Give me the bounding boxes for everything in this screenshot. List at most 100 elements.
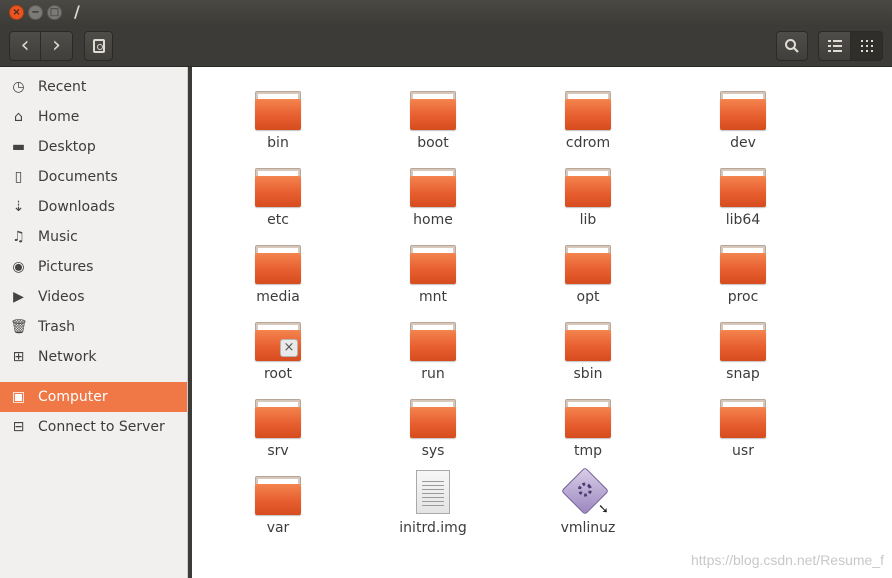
file-item-mnt[interactable]: mnt bbox=[373, 231, 493, 305]
file-item-boot[interactable]: boot bbox=[373, 77, 493, 151]
file-item-vmlinuz[interactable]: ➘ vmlinuz bbox=[528, 462, 648, 536]
computer-icon: ▣ bbox=[11, 389, 26, 405]
location-toggle-button[interactable] bbox=[84, 31, 113, 61]
file-item-var[interactable]: var bbox=[218, 462, 338, 536]
file-item-home[interactable]: home bbox=[373, 154, 493, 228]
file-item-lib64[interactable]: lib64 bbox=[683, 154, 803, 228]
sidebar-item-label: Recent bbox=[38, 79, 87, 95]
search-button[interactable] bbox=[776, 31, 808, 61]
folder-icon bbox=[565, 399, 611, 438]
sidebar-item-downloads[interactable]: ⇣ Downloads bbox=[0, 192, 187, 222]
file-name-label: home bbox=[413, 212, 453, 228]
folder-icon bbox=[720, 399, 766, 438]
file-item-proc[interactable]: proc bbox=[683, 231, 803, 305]
file-item-srv[interactable]: srv bbox=[218, 385, 338, 459]
file-name-label: tmp bbox=[573, 443, 602, 459]
folder-icon bbox=[410, 322, 456, 361]
sidebar-item-connect-to-server[interactable]: ⊟ Connect to Server bbox=[0, 412, 187, 442]
folder-icon bbox=[720, 322, 766, 361]
file-name-label: mnt bbox=[419, 289, 447, 305]
sidebar-item-label: Videos bbox=[38, 289, 85, 305]
no-access-badge-icon: × bbox=[280, 339, 298, 357]
folder-icon bbox=[410, 399, 456, 438]
file-name-label: boot bbox=[417, 135, 449, 151]
drive-icon bbox=[92, 39, 105, 53]
file-name-label: bin bbox=[267, 135, 289, 151]
home-icon: ⌂ bbox=[14, 109, 23, 125]
sidebar-item-desktop[interactable]: ▬ Desktop bbox=[0, 132, 187, 162]
file-item-dev[interactable]: dev bbox=[683, 77, 803, 151]
folder-icon bbox=[720, 91, 766, 130]
sidebar-item-label: Pictures bbox=[38, 259, 94, 275]
window-title: / bbox=[74, 2, 80, 21]
file-item-root[interactable]: × root bbox=[218, 308, 338, 382]
folder-icon bbox=[565, 322, 611, 361]
file-item-usr[interactable]: usr bbox=[683, 385, 803, 459]
file-item-bin[interactable]: bin bbox=[218, 77, 338, 151]
sidebar-item-music[interactable]: ♫ Music bbox=[0, 222, 187, 252]
symlink-arrow-icon: ➘ bbox=[598, 502, 609, 517]
sidebar-item-home[interactable]: ⌂ Home bbox=[0, 102, 187, 132]
file-item-lib[interactable]: lib bbox=[528, 154, 648, 228]
file-item-etc[interactable]: etc bbox=[218, 154, 338, 228]
grid-view-button[interactable] bbox=[850, 31, 883, 61]
sidebar-item-network[interactable]: ⊞ Network bbox=[0, 342, 187, 372]
file-name-label: root bbox=[263, 366, 293, 382]
back-button[interactable]: ‹ bbox=[9, 31, 41, 61]
sidebar-item-pictures[interactable]: ◉ Pictures bbox=[0, 252, 187, 282]
list-view-button[interactable] bbox=[818, 31, 851, 61]
music-icon: ♫ bbox=[12, 229, 25, 245]
file-name-label: snap bbox=[726, 366, 760, 382]
folder-icon bbox=[410, 245, 456, 284]
file-name-label: lib bbox=[579, 212, 597, 228]
sidebar-item-label: Documents bbox=[38, 169, 118, 185]
file-name-label: sbin bbox=[573, 366, 603, 382]
file-item-run[interactable]: run bbox=[373, 308, 493, 382]
maximize-window-button[interactable]: □ bbox=[47, 5, 62, 20]
file-name-label: initrd.img bbox=[399, 520, 467, 536]
sidebar-item-label: Network bbox=[38, 349, 97, 365]
folder-icon bbox=[255, 168, 301, 207]
file-item-snap[interactable]: snap bbox=[683, 308, 803, 382]
sidebar-item-label: Trash bbox=[38, 319, 75, 335]
pictures-icon: ◉ bbox=[12, 259, 25, 275]
grid-view-icon bbox=[860, 40, 873, 52]
file-name-label: etc bbox=[267, 212, 289, 228]
file-item-cdrom[interactable]: cdrom bbox=[528, 77, 648, 151]
sidebar-item-videos[interactable]: ▶ Videos bbox=[0, 282, 187, 312]
file-item-sbin[interactable]: sbin bbox=[528, 308, 648, 382]
file-item-sys[interactable]: sys bbox=[373, 385, 493, 459]
trash-icon: 🗑 bbox=[10, 319, 28, 335]
sidebar-item-recent[interactable]: ◷ Recent bbox=[0, 72, 187, 102]
file-item-media[interactable]: media bbox=[218, 231, 338, 305]
videos-icon: ▶ bbox=[13, 289, 24, 305]
folder-icon bbox=[565, 91, 611, 130]
document-icon bbox=[416, 470, 450, 514]
sidebar-item-label: Downloads bbox=[38, 199, 115, 215]
file-name-label: media bbox=[256, 289, 300, 305]
forward-arrow-icon: › bbox=[52, 33, 61, 58]
minimize-window-button[interactable]: − bbox=[28, 5, 43, 20]
connect-server-icon: ⊟ bbox=[12, 419, 25, 435]
close-window-button[interactable]: × bbox=[9, 5, 24, 20]
file-item-tmp[interactable]: tmp bbox=[528, 385, 648, 459]
folder-icon bbox=[410, 168, 456, 207]
sidebar-item-label: Connect to Server bbox=[38, 419, 165, 435]
watermark: https://blog.csdn.net/Resume_f bbox=[691, 552, 884, 568]
file-name-label: opt bbox=[576, 289, 600, 305]
folder-icon bbox=[565, 168, 611, 207]
sidebar-item-documents[interactable]: ▯ Documents bbox=[0, 162, 187, 192]
sidebar-item-computer[interactable]: ▣ Computer bbox=[0, 382, 187, 412]
sidebar-item-label: Computer bbox=[38, 389, 108, 405]
sidebar-item-trash[interactable]: 🗑 Trash bbox=[0, 312, 187, 342]
file-name-label: cdrom bbox=[565, 135, 611, 151]
sidebar: ◷ Recent ⌂ Home ▬ Desktop ▯ Documents ⇣ Downloads… bbox=[0, 67, 188, 578]
file-item-initrd-img[interactable]: initrd.img bbox=[373, 462, 493, 536]
file-item-opt[interactable]: opt bbox=[528, 231, 648, 305]
file-name-label: srv bbox=[267, 443, 289, 459]
folder-icon bbox=[255, 245, 301, 284]
folder-icon bbox=[255, 399, 301, 438]
forward-button[interactable]: › bbox=[40, 31, 73, 61]
folder-icon bbox=[255, 476, 301, 515]
folder-icon bbox=[410, 91, 456, 130]
